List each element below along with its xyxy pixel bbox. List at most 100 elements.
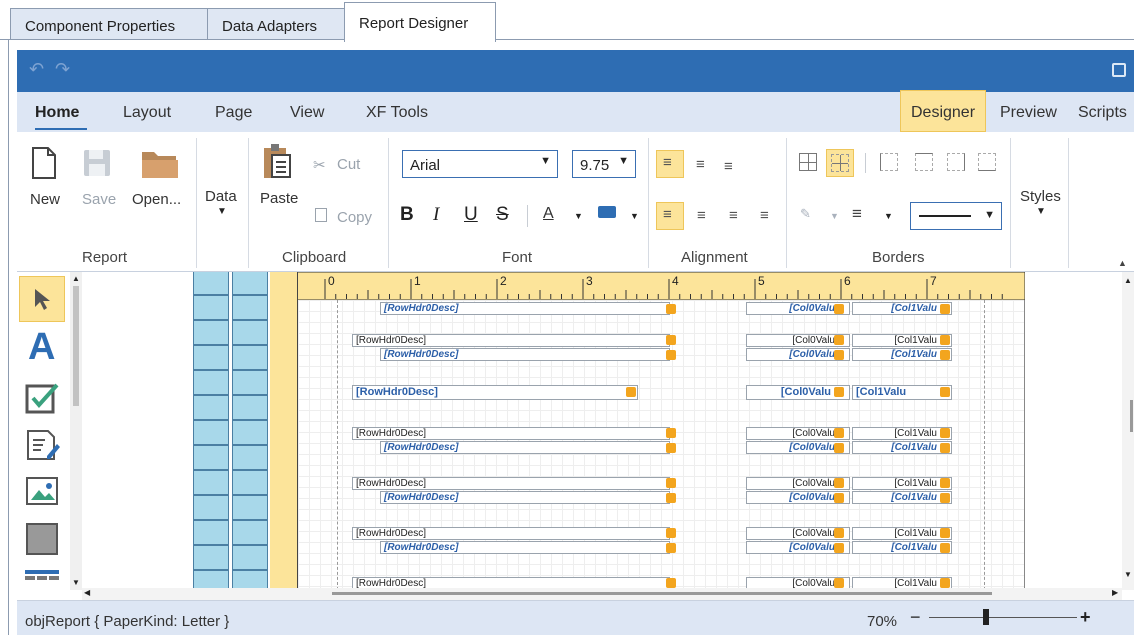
scroll-up-icon[interactable]: ▲ bbox=[1124, 276, 1132, 285]
data-button[interactable]: Data bbox=[205, 188, 237, 205]
band-selector[interactable] bbox=[193, 420, 229, 445]
top-border-icon[interactable] bbox=[915, 153, 933, 171]
band-selector[interactable] bbox=[193, 320, 229, 345]
band-selector[interactable] bbox=[193, 370, 229, 395]
align-justify-icon[interactable]: ≡ bbox=[760, 207, 769, 224]
label-tool-icon[interactable]: A bbox=[28, 326, 55, 369]
vertical-scrollbar[interactable]: ▲ ▼ bbox=[1122, 272, 1134, 590]
band-selector[interactable] bbox=[232, 470, 268, 495]
band-selector[interactable] bbox=[193, 470, 229, 495]
strikethrough-button[interactable]: S bbox=[496, 204, 509, 226]
tab-designer[interactable]: Designer bbox=[900, 90, 986, 132]
copy-button[interactable]: Copy bbox=[337, 209, 372, 226]
band-selector[interactable] bbox=[193, 295, 229, 320]
tab-view[interactable]: View bbox=[290, 104, 324, 122]
toolbox-scroll-thumb[interactable] bbox=[73, 286, 79, 406]
band-selector[interactable] bbox=[193, 570, 229, 590]
restore-icon[interactable] bbox=[1112, 63, 1126, 77]
band-selector[interactable] bbox=[193, 445, 229, 470]
zoom-slider-track[interactable] bbox=[929, 617, 1077, 618]
align-bottom-icon[interactable]: ≡ bbox=[724, 158, 733, 175]
band-selector[interactable] bbox=[232, 495, 268, 520]
scroll-down-icon[interactable]: ▼ bbox=[72, 578, 80, 587]
underline-button[interactable]: U bbox=[464, 204, 478, 226]
paste-button[interactable]: Paste bbox=[260, 190, 298, 207]
bottom-border-icon[interactable] bbox=[978, 153, 996, 171]
border-color-icon[interactable]: ✎ bbox=[800, 206, 811, 222]
picture-tool-icon[interactable] bbox=[25, 476, 61, 508]
band-selector[interactable] bbox=[232, 320, 268, 345]
vertical-scroll-thumb[interactable] bbox=[1130, 400, 1133, 432]
left-border-icon[interactable] bbox=[880, 153, 898, 171]
font-color-button[interactable]: A bbox=[543, 205, 554, 223]
band-selector[interactable] bbox=[193, 495, 229, 520]
ribbon-collapse-icon[interactable]: ▲ bbox=[1118, 258, 1127, 268]
horizontal-scroll-thumb[interactable] bbox=[332, 592, 992, 595]
align-right-icon[interactable]: ≡ bbox=[729, 207, 738, 224]
tab-layout[interactable]: Layout bbox=[123, 104, 171, 122]
cut-button[interactable]: Cut bbox=[337, 156, 360, 173]
open-button[interactable]: Open... bbox=[132, 191, 181, 208]
chevron-down-icon[interactable]: ▼ bbox=[884, 211, 893, 221]
scroll-down-icon[interactable]: ▼ bbox=[1124, 570, 1132, 579]
font-name-combo[interactable]: Arial ▼ bbox=[402, 150, 558, 178]
styles-dropdown-icon[interactable]: ▼ bbox=[1036, 206, 1046, 217]
horizontal-scrollbar[interactable]: ◀ ▶ bbox=[82, 588, 1122, 600]
border-width-icon[interactable]: ≡ bbox=[852, 204, 862, 224]
scroll-up-icon[interactable]: ▲ bbox=[72, 274, 80, 283]
richtext-tool-icon[interactable] bbox=[25, 428, 61, 462]
band-selector[interactable] bbox=[232, 395, 268, 420]
band-selector[interactable] bbox=[232, 445, 268, 470]
table-tool-icon[interactable] bbox=[25, 570, 59, 590]
font-size-combo[interactable]: 9.75 ▼ bbox=[572, 150, 636, 178]
tab-data-adapters[interactable]: Data Adapters bbox=[207, 8, 345, 39]
italic-button[interactable]: I bbox=[433, 204, 439, 226]
align-middle-icon[interactable]: ≡ bbox=[696, 156, 705, 173]
save-button[interactable]: Save bbox=[82, 191, 116, 208]
styles-button[interactable]: Styles bbox=[1020, 188, 1061, 205]
report-canvas[interactable]: 01234567 [RowHdr0Desc] [Col0Valu [Col1Valu… bbox=[82, 272, 1122, 590]
align-center-icon[interactable]: ≡ bbox=[697, 207, 706, 224]
toolbox-scrollbar[interactable]: ▲ ▼ bbox=[70, 272, 82, 590]
band-selector[interactable] bbox=[232, 370, 268, 395]
tab-component-properties[interactable]: Component Properties bbox=[10, 8, 208, 39]
chevron-down-icon[interactable]: ▼ bbox=[574, 211, 583, 221]
tab-home[interactable]: Home bbox=[35, 104, 79, 122]
band-selector[interactable] bbox=[193, 345, 229, 370]
all-borders-icon[interactable] bbox=[799, 153, 817, 171]
zoom-slider-thumb[interactable] bbox=[983, 609, 989, 625]
highlight-color-icon[interactable] bbox=[598, 206, 616, 218]
bold-button[interactable]: B bbox=[400, 204, 414, 226]
new-button[interactable]: New bbox=[30, 191, 60, 208]
checkbox-tool-icon[interactable] bbox=[25, 380, 61, 414]
band-selector[interactable] bbox=[193, 545, 229, 570]
band-selector[interactable] bbox=[193, 395, 229, 420]
scroll-left-icon[interactable]: ◀ bbox=[84, 588, 90, 597]
right-border-icon[interactable] bbox=[947, 153, 965, 171]
scroll-right-icon[interactable]: ▶ bbox=[1112, 588, 1118, 597]
chevron-down-icon[interactable]: ▼ bbox=[630, 211, 639, 221]
band-selector[interactable] bbox=[232, 272, 268, 295]
tab-preview[interactable]: Preview bbox=[1000, 104, 1057, 122]
band-selector[interactable] bbox=[232, 545, 268, 570]
redo-icon[interactable]: ↷ bbox=[55, 59, 70, 80]
band-selector[interactable] bbox=[232, 295, 268, 320]
band-selector[interactable] bbox=[193, 520, 229, 545]
data-field-icon bbox=[940, 478, 950, 488]
band-selector[interactable] bbox=[193, 272, 229, 295]
zoom-in-button[interactable]: + bbox=[1080, 607, 1091, 628]
data-dropdown-icon[interactable]: ▼ bbox=[217, 206, 227, 217]
undo-icon[interactable]: ↶ bbox=[29, 59, 44, 80]
band-selector[interactable] bbox=[232, 570, 268, 590]
tab-scripts[interactable]: Scripts bbox=[1078, 104, 1127, 122]
tab-page[interactable]: Page bbox=[215, 104, 252, 122]
chevron-down-icon[interactable]: ▼ bbox=[830, 211, 839, 221]
tab-xf-tools[interactable]: XF Tools bbox=[366, 104, 428, 122]
band-selector[interactable] bbox=[232, 420, 268, 445]
border-style-combo[interactable]: ▼ bbox=[910, 202, 1002, 230]
tab-report-designer[interactable]: Report Designer bbox=[344, 2, 496, 42]
panel-tool-icon[interactable] bbox=[25, 522, 59, 556]
band-selector[interactable] bbox=[232, 345, 268, 370]
band-selector[interactable] bbox=[232, 520, 268, 545]
zoom-out-button[interactable]: − bbox=[910, 607, 921, 628]
